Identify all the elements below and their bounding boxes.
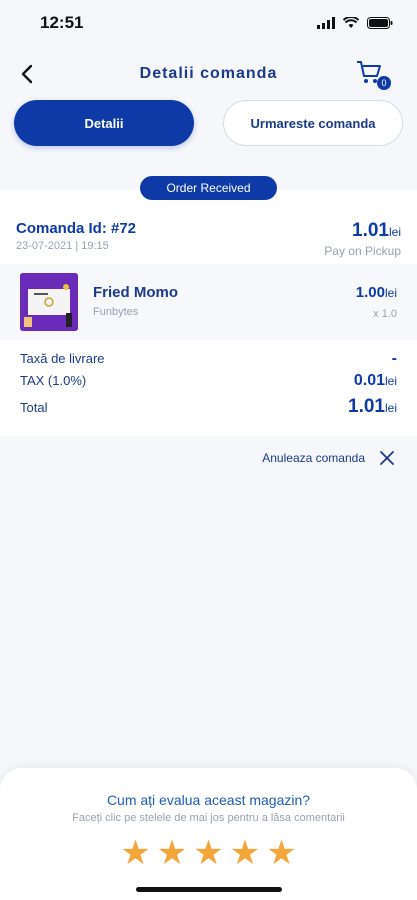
home-indicator bbox=[136, 887, 282, 892]
rating-panel: Cum ați evalua aceast magazin? Faceți cl… bbox=[0, 768, 417, 900]
chevron-left-icon bbox=[21, 64, 33, 84]
star-icon[interactable]: ★ bbox=[266, 836, 296, 870]
star-icon[interactable]: ★ bbox=[193, 836, 223, 870]
item-thumbnail bbox=[20, 273, 78, 331]
tax-row: TAX (1.0%) 0.01lei bbox=[20, 372, 397, 390]
cart-button[interactable]: 0 bbox=[355, 58, 391, 90]
star-icon[interactable]: ★ bbox=[230, 836, 260, 870]
cart-count-badge: 0 bbox=[377, 76, 391, 90]
status-icons bbox=[317, 17, 393, 29]
rating-title: Cum ați evalua aceast magazin? bbox=[106, 792, 311, 808]
total-value: 1.01 bbox=[348, 396, 385, 417]
order-status-badge: Order Received bbox=[140, 176, 277, 200]
cancel-order-button[interactable]: Anuleaza comanda bbox=[262, 450, 395, 466]
navigation-bar: Detalii comanda 0 bbox=[0, 56, 417, 92]
order-total-currency: lei bbox=[388, 225, 401, 239]
back-button[interactable] bbox=[14, 60, 40, 88]
order-header: Comanda Id: #72 23-07-2021 | 19:15 1.01l… bbox=[16, 220, 401, 258]
close-icon bbox=[380, 451, 394, 465]
item-price-currency: lei bbox=[384, 286, 397, 300]
total-currency: lei bbox=[384, 401, 397, 415]
delivery-fee-value: - bbox=[391, 350, 397, 367]
signal-icon bbox=[317, 17, 335, 29]
payment-method: Pay on Pickup bbox=[324, 244, 401, 258]
tab-track-order[interactable]: Urmareste comanda bbox=[223, 100, 403, 146]
status-bar: 12:51 bbox=[0, 0, 417, 46]
tax-currency: lei bbox=[384, 374, 397, 388]
status-time: 12:51 bbox=[40, 13, 84, 32]
item-price-amount: 1.00 bbox=[355, 284, 385, 301]
item-name: Fried Momo bbox=[93, 284, 178, 301]
wifi-icon bbox=[343, 17, 359, 28]
item-price: 1.00lei bbox=[356, 284, 397, 301]
order-card: Comanda Id: #72 23-07-2021 | 19:15 1.01l… bbox=[0, 190, 417, 436]
tab-bar: Detalii Urmareste comanda bbox=[14, 100, 403, 148]
tax-label: TAX (1.0%) bbox=[20, 373, 87, 388]
order-total: 1.01lei Pay on Pickup bbox=[324, 220, 401, 258]
delivery-fee-label: Taxă de livrare bbox=[20, 351, 105, 366]
order-total-amount: 1.01 bbox=[352, 220, 389, 241]
page-title: Detalii comanda bbox=[139, 65, 278, 82]
total-row: Total 1.01lei bbox=[20, 396, 397, 418]
tax-value: 0.01 bbox=[353, 372, 385, 389]
battery-icon bbox=[367, 17, 393, 29]
item-image bbox=[20, 273, 78, 331]
item-shop: Funbytes bbox=[93, 306, 139, 318]
star-icon[interactable]: ★ bbox=[157, 836, 187, 870]
delivery-fee-row: Taxă de livrare - bbox=[20, 350, 397, 368]
cancel-order-label: Anuleaza comanda bbox=[262, 451, 365, 465]
total-label: Total bbox=[20, 400, 48, 415]
star-icon[interactable]: ★ bbox=[120, 836, 150, 870]
star-rating: ★ ★ ★ ★ ★ bbox=[0, 836, 417, 870]
rating-subtitle: Faceți clic pe stelele de mai jos pentru… bbox=[72, 812, 345, 824]
tab-details[interactable]: Detalii bbox=[14, 100, 194, 146]
order-status-wrap: Order Received bbox=[0, 176, 417, 200]
order-item[interactable]: Fried Momo Funbytes 1.00lei x 1.0 bbox=[0, 264, 417, 340]
item-quantity: x 1.0 bbox=[373, 308, 397, 320]
